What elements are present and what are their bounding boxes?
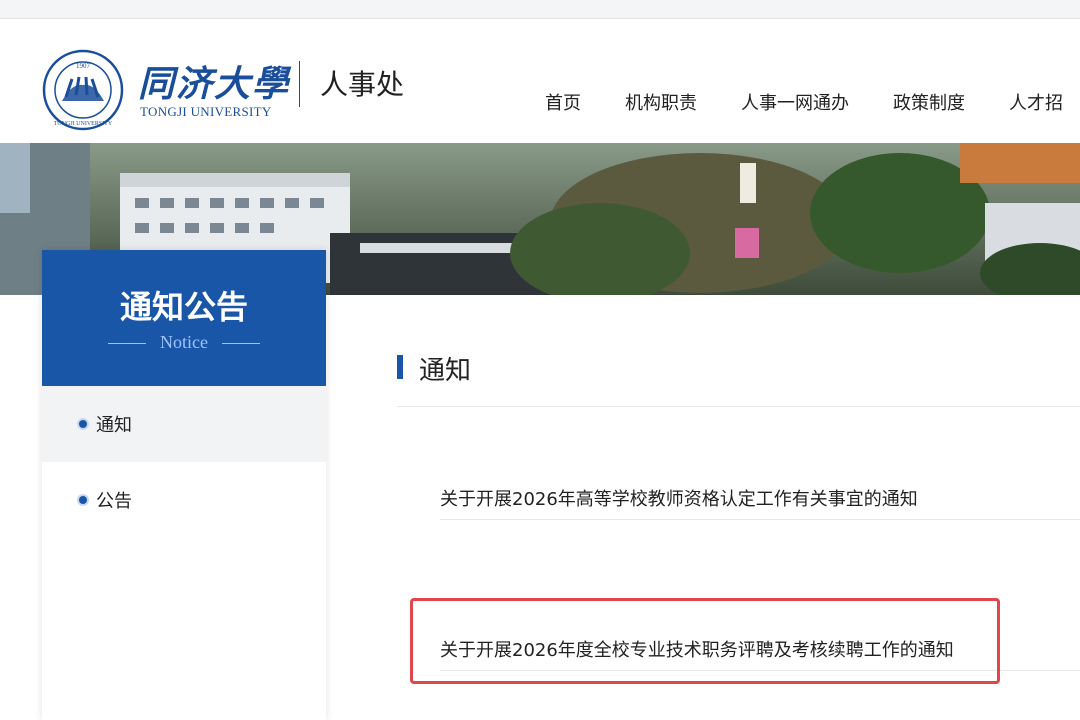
logo-divider bbox=[299, 61, 300, 107]
highlight-box bbox=[410, 598, 1000, 684]
university-logo[interactable]: 1907 TONGJI UNIVERSITY 同济大學 TONGJI UNIVE… bbox=[42, 49, 422, 133]
notice-link-1[interactable]: 关于开展2026年高等学校教师资格认定工作有关事宜的通知 bbox=[440, 485, 1080, 511]
seal-text: TONGJI UNIVERSITY bbox=[54, 121, 113, 127]
nav-item-home[interactable]: 首页 bbox=[545, 89, 581, 119]
sidebar-item-notice[interactable]: 通知 bbox=[42, 386, 326, 462]
sidebar-header: 通知公告 Notice bbox=[42, 250, 326, 386]
sidebar-item-label: 通知 bbox=[96, 415, 132, 436]
university-seal-icon: 1907 TONGJI UNIVERSITY bbox=[42, 49, 124, 131]
sidebar-subtitle: Notice bbox=[160, 332, 208, 352]
nav-item-recruitment[interactable]: 人才招 bbox=[1009, 89, 1063, 119]
department-name: 人事处 bbox=[320, 68, 405, 101]
section-title: 通知 bbox=[419, 356, 472, 386]
bullet-dot-icon bbox=[79, 496, 87, 504]
university-name-en: TONGJI UNIVERSITY bbox=[140, 104, 272, 119]
nav-item-online-service[interactable]: 人事一网通办 bbox=[741, 89, 849, 119]
section-title-accent bbox=[397, 355, 403, 379]
main-nav: 首页 机构职责 人事一网通办 政策制度 人才招 bbox=[545, 89, 1080, 119]
sidebar-item-announcement[interactable]: 公告 bbox=[42, 462, 326, 538]
site-header: 1907 TONGJI UNIVERSITY 同济大學 TONGJI UNIVE… bbox=[0, 19, 1080, 143]
sidebar: 通知公告 Notice 通知 公告 bbox=[42, 250, 326, 720]
sidebar-title: 通知公告 bbox=[119, 288, 248, 326]
notice-divider bbox=[440, 519, 1080, 520]
section-divider bbox=[397, 406, 1080, 407]
sidebar-item-label: 公告 bbox=[96, 491, 132, 512]
subtitle-line-right bbox=[222, 343, 260, 344]
seal-year: 1907 bbox=[76, 62, 91, 70]
bullet-dot-icon bbox=[79, 420, 87, 428]
browser-top-strip bbox=[0, 0, 1080, 19]
nav-item-duties[interactable]: 机构职责 bbox=[625, 89, 697, 119]
university-name-cn: 同济大學 bbox=[138, 63, 291, 105]
nav-item-policies[interactable]: 政策制度 bbox=[893, 89, 965, 119]
